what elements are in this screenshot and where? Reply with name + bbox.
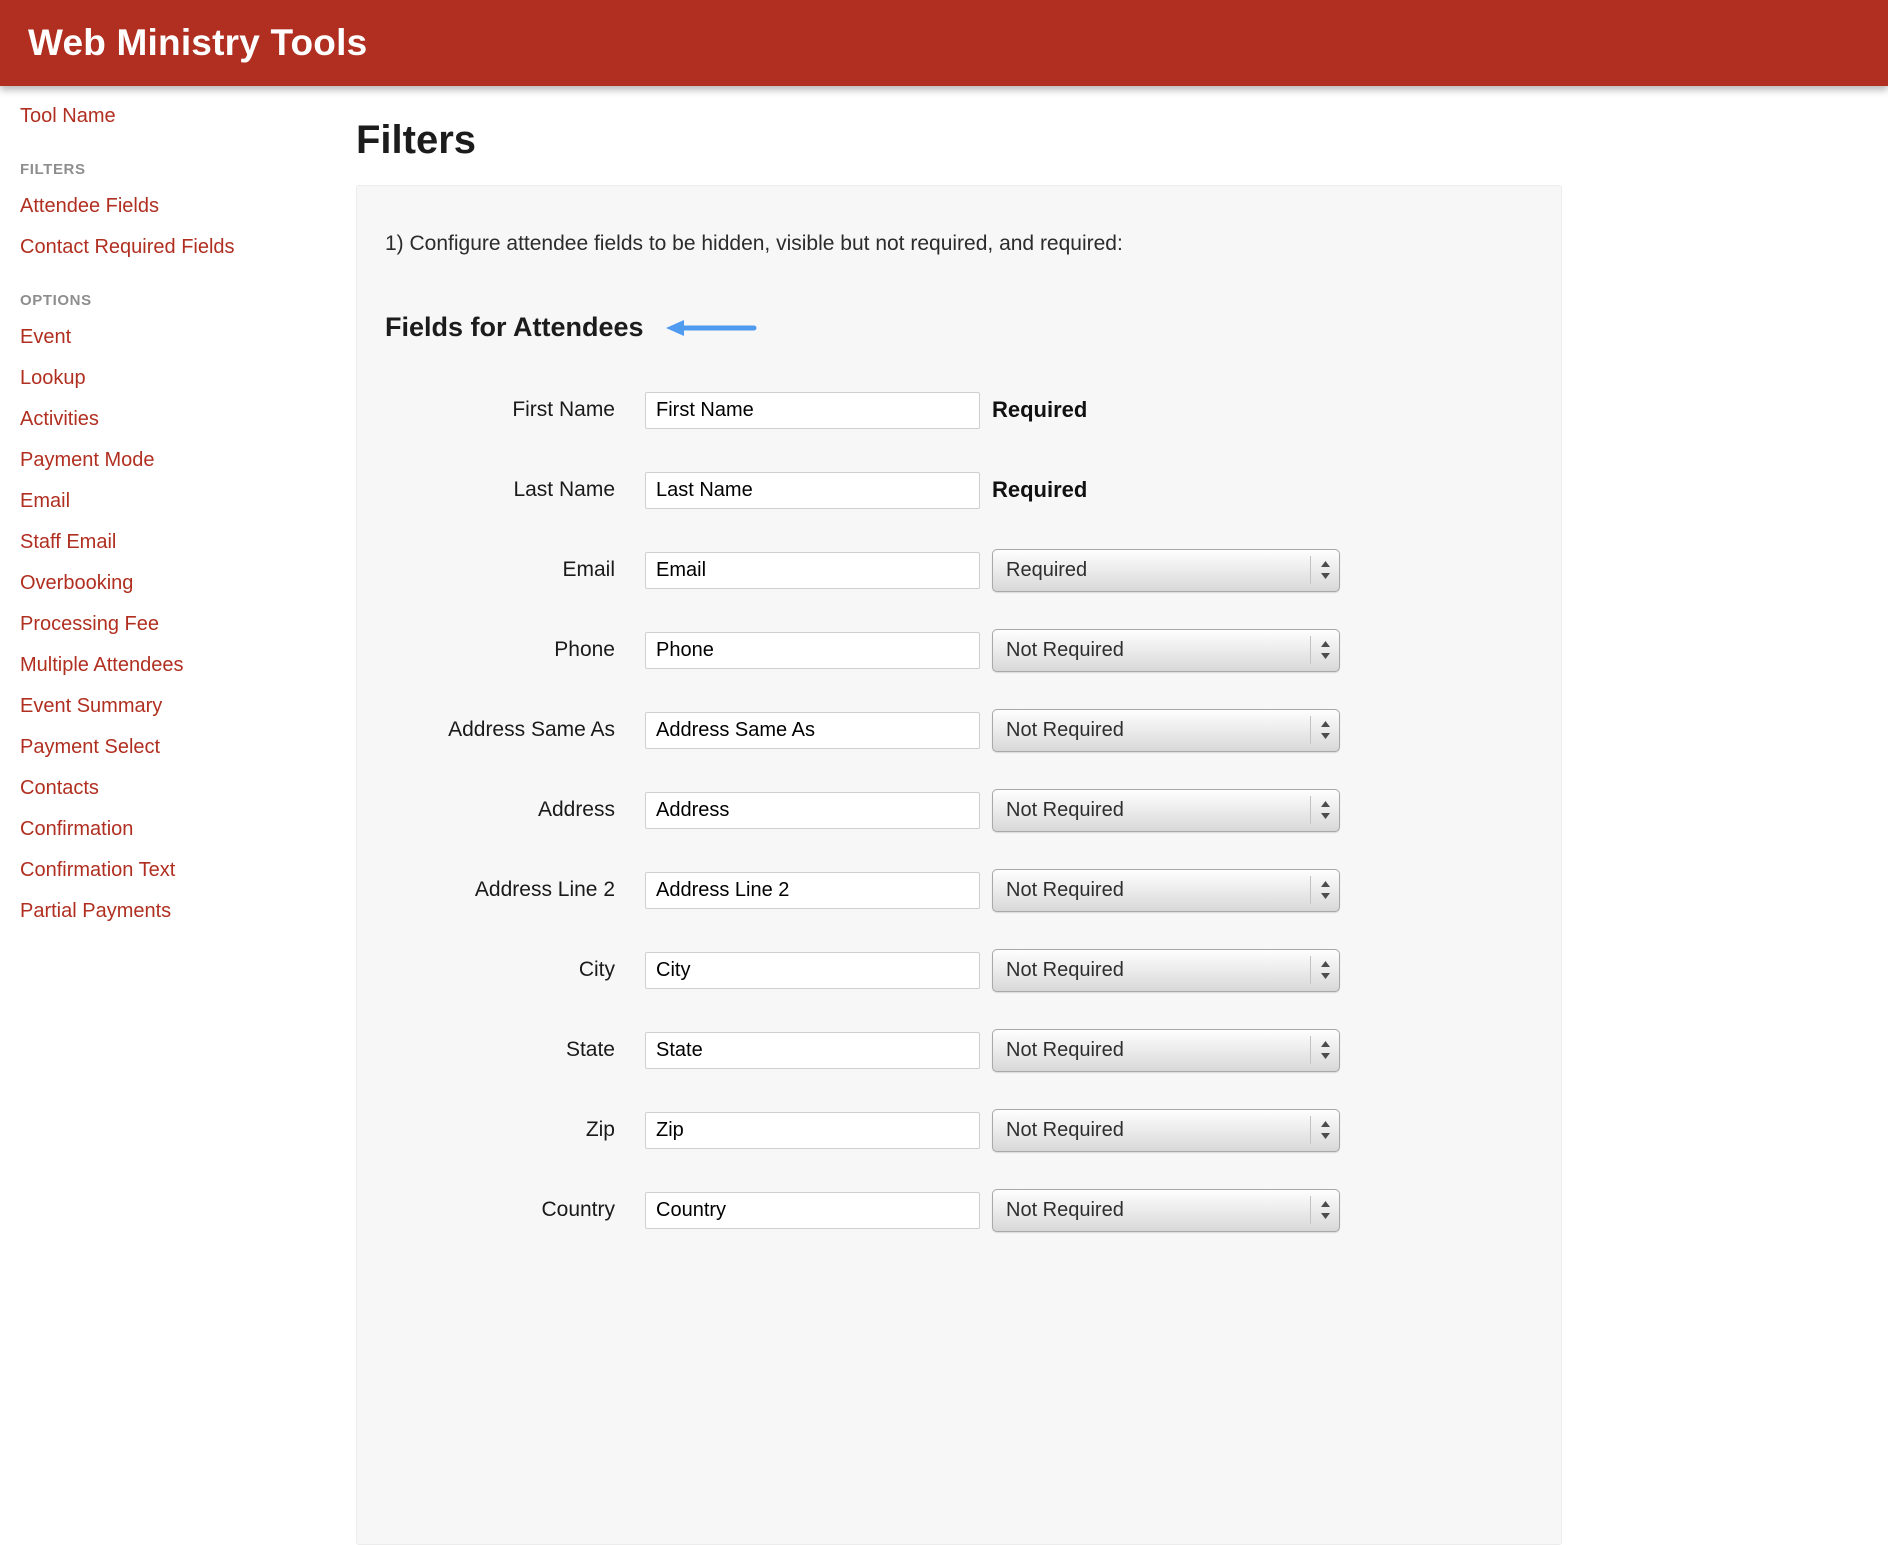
sidebar-item[interactable]: Lookup [20, 358, 352, 399]
requirement-label: Required [992, 397, 1087, 423]
attendee-field-row: State Not Required [385, 1029, 1531, 1071]
sidebar-heading-filters: FILTERS [20, 161, 352, 178]
sidebar-item[interactable]: Event Summary [20, 686, 352, 727]
filters-panel: 1) Configure attendee fields to be hidde… [356, 185, 1562, 1545]
attendee-field-row: Address Line 2 Not Required [385, 869, 1531, 911]
field-name-input[interactable] [645, 952, 980, 989]
instruction-text: 1) Configure attendee fields to be hidde… [385, 232, 1531, 256]
field-name-input[interactable] [645, 872, 980, 909]
requirement-select[interactable]: Not Required [992, 1109, 1340, 1152]
requirement-select[interactable]: Not Required [992, 1189, 1340, 1232]
attendee-field-row: Phone Not Required [385, 629, 1531, 671]
field-name-input[interactable] [645, 392, 980, 429]
sidebar-heading-options: OPTIONS [20, 292, 352, 309]
select-stepper-icon [1310, 876, 1332, 904]
sidebar-options-list: Event Lookup Activities Payment Mode Ema… [20, 317, 352, 932]
sidebar-item[interactable]: Payment Select [20, 727, 352, 768]
requirement-select[interactable]: Not Required [992, 869, 1340, 912]
select-stepper-icon [1310, 1196, 1332, 1224]
left-arrow-icon [664, 319, 758, 337]
field-name-input[interactable] [645, 1112, 980, 1149]
sidebar-item[interactable]: Attendee Fields [20, 186, 352, 227]
requirement-select[interactable]: Not Required [992, 789, 1340, 832]
field-name-input[interactable] [645, 792, 980, 829]
attendee-field-row: Address Same As Not Required [385, 709, 1531, 751]
field-name-input[interactable] [645, 632, 980, 669]
requirement-select[interactable]: Not Required [992, 629, 1340, 672]
sidebar-item[interactable]: Staff Email [20, 522, 352, 563]
attendee-field-row: First Name Required [385, 389, 1531, 431]
select-stepper-icon [1310, 636, 1332, 664]
sidebar-item[interactable]: Payment Mode [20, 440, 352, 481]
field-label: Address [385, 798, 645, 822]
sidebar-item[interactable]: Email [20, 481, 352, 522]
sidebar-item[interactable]: Contacts [20, 768, 352, 809]
field-label: First Name [385, 398, 645, 422]
select-stepper-icon [1310, 556, 1332, 584]
attendee-field-row: Email Required [385, 549, 1531, 591]
requirement-select[interactable]: Required [992, 549, 1340, 592]
attendee-field-row: Last Name Required [385, 469, 1531, 511]
sidebar-item[interactable]: Overbooking [20, 563, 352, 604]
sidebar-item[interactable]: Partial Payments [20, 891, 352, 932]
select-stepper-icon [1310, 716, 1332, 744]
field-name-input[interactable] [645, 712, 980, 749]
app-title: Web Ministry Tools [28, 22, 367, 64]
requirement-select[interactable]: Not Required [992, 709, 1340, 752]
attendee-field-row: City Not Required [385, 949, 1531, 991]
main-content: Filters 1) Configure attendee fields to … [352, 86, 1888, 1545]
sidebar-section-options: OPTIONS Event Lookup Activities Payment … [20, 292, 352, 932]
attendee-field-row: Country Not Required [385, 1189, 1531, 1231]
sidebar-item-tool-name[interactable]: Tool Name [20, 96, 352, 137]
select-stepper-icon [1310, 1116, 1332, 1144]
field-label: Country [385, 1198, 645, 1222]
sidebar-item[interactable]: Confirmation Text [20, 850, 352, 891]
field-name-input[interactable] [645, 1032, 980, 1069]
field-name-input[interactable] [645, 472, 980, 509]
sidebar-item[interactable]: Contact Required Fields [20, 227, 352, 268]
sidebar-item[interactable]: Multiple Attendees [20, 645, 352, 686]
select-stepper-icon [1310, 796, 1332, 824]
attendee-fields-list: First Name Required Last Name Required E… [385, 389, 1531, 1231]
sidebar-filters-list: Attendee Fields Contact Required Fields [20, 186, 352, 268]
field-label: Last Name [385, 478, 645, 502]
sidebar: Tool Name FILTERS Attendee Fields Contac… [0, 86, 352, 972]
field-label: Address Same As [385, 718, 645, 742]
field-label: Zip [385, 1118, 645, 1142]
field-label: Address Line 2 [385, 878, 645, 902]
select-stepper-icon [1310, 1036, 1332, 1064]
field-label: City [385, 958, 645, 982]
sidebar-section-filters: FILTERS Attendee Fields Contact Required… [20, 161, 352, 268]
page-title: Filters [356, 118, 1888, 163]
field-label: Email [385, 558, 645, 582]
field-label: State [385, 1038, 645, 1062]
field-name-input[interactable] [645, 1192, 980, 1229]
field-label: Phone [385, 638, 645, 662]
sidebar-item[interactable]: Confirmation [20, 809, 352, 850]
app-header: Web Ministry Tools [0, 0, 1888, 86]
field-name-input[interactable] [645, 552, 980, 589]
attendee-field-row: Zip Not Required [385, 1109, 1531, 1151]
sidebar-item[interactable]: Activities [20, 399, 352, 440]
attendee-field-row: Address Not Required [385, 789, 1531, 831]
select-stepper-icon [1310, 956, 1332, 984]
section-title: Fields for Attendees [385, 312, 644, 343]
sidebar-item[interactable]: Event [20, 317, 352, 358]
sidebar-item[interactable]: Processing Fee [20, 604, 352, 645]
requirement-label: Required [992, 477, 1087, 503]
requirement-select[interactable]: Not Required [992, 949, 1340, 992]
requirement-select[interactable]: Not Required [992, 1029, 1340, 1072]
